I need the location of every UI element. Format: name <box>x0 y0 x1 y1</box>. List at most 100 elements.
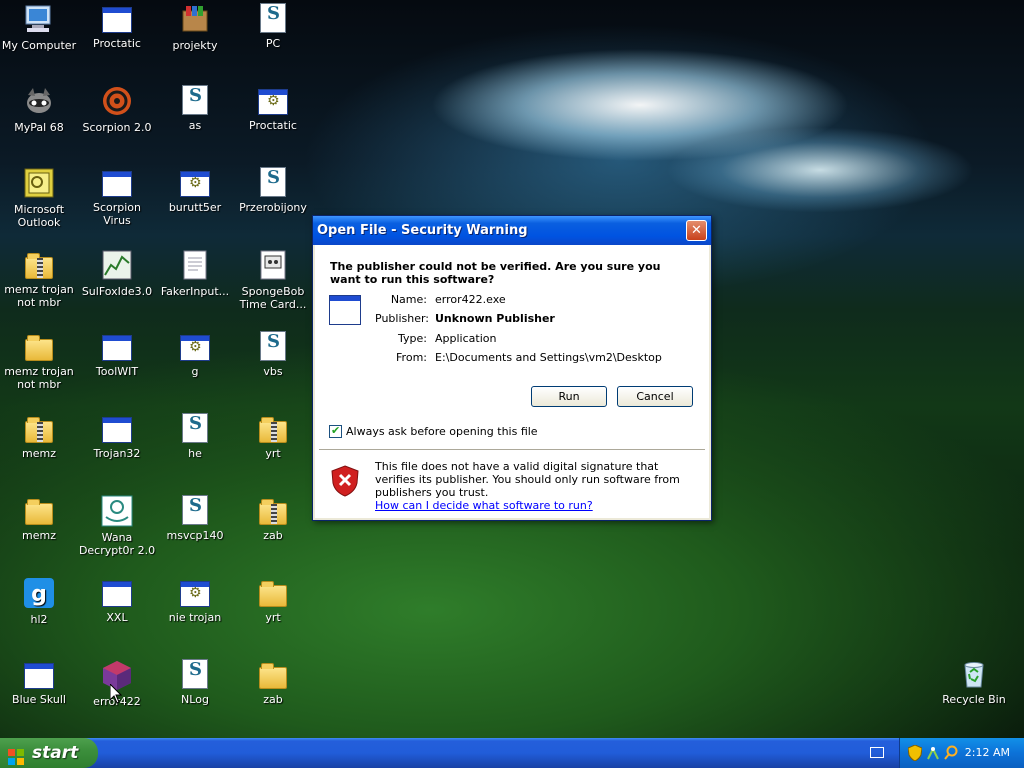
folder-icon <box>259 663 287 689</box>
desktop-icon-przerobijony[interactable]: Przerobijony <box>234 167 312 214</box>
keyboard-icon[interactable] <box>870 747 884 758</box>
dialog-content: The publisher could not be verified. Are… <box>315 245 709 518</box>
desktop-icon-burutt5er[interactable]: burutt5er <box>156 167 234 214</box>
script-icon <box>260 331 286 361</box>
desktop-icon-hl2[interactable]: g hl2 <box>0 577 78 626</box>
desktop-icon-sulfoxide[interactable]: SulFoxIde3.0 <box>78 249 156 298</box>
desktop-icon-memz-folder[interactable]: memz <box>0 495 78 542</box>
desktop-icon-microsoft-outlook[interactable]: Microsoft Outlook <box>0 167 78 229</box>
name-label: Name: <box>390 293 427 306</box>
application-icon <box>329 295 361 325</box>
warning-panel: This file does not have a valid digital … <box>315 451 709 518</box>
script-icon <box>182 659 208 689</box>
desktop-icon-fakerinput[interactable]: FakerInput... <box>156 249 234 298</box>
checkmark-icon: ✔ <box>331 424 341 437</box>
desktop-icon-he[interactable]: he <box>156 413 234 460</box>
script-icon <box>182 413 208 443</box>
zip-folder-icon <box>259 499 287 525</box>
image-file-icon <box>257 249 289 281</box>
text-file-icon <box>179 249 211 281</box>
desktop-icon-pc[interactable]: PC <box>234 3 312 50</box>
name-value: error422.exe <box>435 293 506 306</box>
zip-folder-icon <box>25 417 53 443</box>
desktop-icon-wana-decryptor[interactable]: Wana Decrypt0r 2.0 <box>78 495 156 557</box>
desktop-icon-spongebob[interactable]: SpongeBob Time Card... <box>234 249 312 311</box>
close-icon: ✕ <box>691 223 702 238</box>
outlook-icon <box>23 167 55 199</box>
desktop-icon-mypal[interactable]: MyPal 68 <box>0 85 78 134</box>
window-icon <box>24 663 54 689</box>
run-button[interactable]: Run <box>531 386 607 407</box>
wanacry-icon <box>101 495 133 527</box>
publisher-question: The publisher could not be verified. Are… <box>330 260 661 286</box>
computer-icon <box>23 3 55 35</box>
desktop-icon-zab-folder[interactable]: zab <box>234 659 312 706</box>
desktop-icon-proctatic-2[interactable]: Proctatic <box>234 85 312 132</box>
desktop-icon-projekty[interactable]: projekty <box>156 3 234 52</box>
desktop-icon-yrt-zip[interactable]: yrt <box>234 413 312 460</box>
warning-text: This file does not have a valid digital … <box>375 460 680 499</box>
folder-icon <box>25 335 53 361</box>
zip-folder-icon <box>259 417 287 443</box>
desktop: My Computer MyPal 68 Microsoft Outlook m… <box>0 0 1024 738</box>
zip-folder-icon <box>25 253 53 279</box>
start-button[interactable]: start <box>0 738 98 768</box>
mouse-cursor-icon <box>110 684 122 704</box>
dialog-titlebar[interactable]: Open File - Security Warning ✕ <box>313 216 711 245</box>
network-icon[interactable] <box>926 745 940 761</box>
folder-icon <box>259 581 287 607</box>
desktop-icon-msvcp140[interactable]: msvcp140 <box>156 495 234 542</box>
desktop-icon-zab-zip[interactable]: zab <box>234 495 312 542</box>
raccoon-icon <box>23 85 55 117</box>
chart-icon <box>101 249 133 281</box>
help-link[interactable]: How can I decide what software to run? <box>375 499 593 512</box>
system-tray: 2:12 AM <box>899 738 1024 768</box>
desktop-icon-my-computer[interactable]: My Computer <box>0 3 78 52</box>
always-ask-checkbox[interactable]: ✔ <box>329 424 342 438</box>
search-icon[interactable] <box>944 745 958 761</box>
desktop-icon-xxl[interactable]: XXL <box>78 577 156 624</box>
desktop-icon-recycle-bin[interactable]: Recycle Bin <box>935 657 1013 706</box>
desktop-icon-nie-trojan[interactable]: nie trojan <box>156 577 234 624</box>
always-ask-label[interactable]: Always ask before opening this file <box>346 425 538 438</box>
desktop-icon-toolwit[interactable]: ToolWIT <box>78 331 156 378</box>
gear-window-icon <box>258 89 288 115</box>
gear-window-icon <box>180 335 210 361</box>
desktop-icon-trojan32[interactable]: Trojan32 <box>78 413 156 460</box>
desktop-icon-memz-zip[interactable]: memz <box>0 413 78 460</box>
desktop-icon-vbs[interactable]: vbs <box>234 331 312 378</box>
windows-logo-icon <box>8 745 24 765</box>
type-label: Type: <box>398 332 427 345</box>
security-warning-dialog: Open File - Security Warning ✕ The publi… <box>312 215 712 521</box>
script-icon <box>260 167 286 197</box>
desktop-icon-blue-skull[interactable]: Blue Skull <box>0 659 78 706</box>
warning-text-block: This file does not have a valid digital … <box>375 460 695 512</box>
publisher-label: Publisher: <box>375 312 430 325</box>
taskbar: start 2:12 AM <box>0 738 1024 768</box>
desktop-icon-scorpion-2[interactable]: Scorpion 2.0 <box>78 85 156 134</box>
desktop-icon-scorpion-virus[interactable]: Scorpion Virus <box>78 167 156 227</box>
gear-window-icon <box>180 581 210 607</box>
winrar-icon <box>179 3 211 35</box>
window-icon <box>102 7 132 33</box>
desktop-icon-proctatic[interactable]: Proctatic <box>78 3 156 50</box>
desktop-icon-nlog[interactable]: NLog <box>156 659 234 706</box>
close-button[interactable]: ✕ <box>686 220 707 241</box>
security-center-icon[interactable] <box>908 745 922 761</box>
script-icon <box>182 85 208 115</box>
desktop-icon-memz-trojan-zip[interactable]: memz trojan not mbr <box>0 249 78 309</box>
cancel-button[interactable]: Cancel <box>617 386 693 407</box>
clock[interactable]: 2:12 AM <box>965 746 1010 759</box>
from-label: From: <box>396 351 427 364</box>
svg-text:g: g <box>31 582 47 607</box>
desktop-icon-yrt-folder[interactable]: yrt <box>234 577 312 624</box>
desktop-icon-g[interactable]: g <box>156 331 234 378</box>
start-label: start <box>32 743 79 763</box>
window-icon <box>102 581 132 607</box>
gear-window-icon <box>180 171 210 197</box>
publisher-value: Unknown Publisher <box>435 312 555 325</box>
desktop-icon-as[interactable]: as <box>156 85 234 132</box>
desktop-icon-memz-trojan-folder[interactable]: memz trojan not mbr <box>0 331 78 391</box>
type-value: Application <box>435 332 497 345</box>
dialog-title: Open File - Security Warning <box>317 223 528 238</box>
